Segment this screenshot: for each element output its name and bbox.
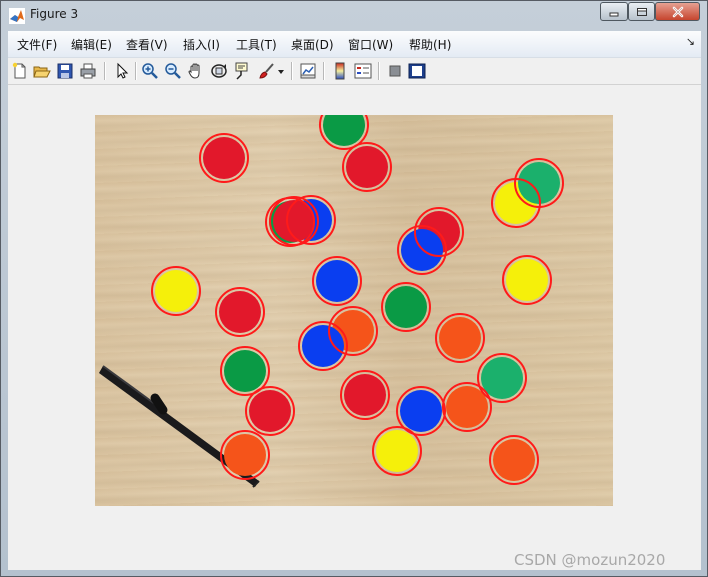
chip-red-13 [219, 291, 261, 333]
maximize-button[interactable] [628, 2, 655, 21]
watermark-text: CSDN @mozun2020 [514, 551, 666, 569]
menu-insert[interactable]: 插入(I) [183, 36, 220, 53]
pan-hand-icon[interactable] [187, 62, 205, 80]
colorbar-icon[interactable] [331, 62, 349, 80]
chip-green-14 [385, 286, 427, 328]
legend-icon[interactable] [354, 62, 372, 80]
close-icon [672, 6, 683, 17]
link-plot-icon[interactable] [299, 62, 317, 80]
chip-red-23 [249, 390, 291, 432]
figure-image-axes[interactable] [95, 115, 613, 506]
save-icon[interactable] [56, 62, 74, 80]
data-cursor-icon[interactable] [233, 62, 251, 80]
chip-blue-11 [316, 260, 358, 302]
hide-plot-tools-icon[interactable] [386, 62, 404, 80]
title-bar[interactable]: Figure 3 [1, 1, 707, 29]
open-file-icon[interactable] [33, 62, 51, 80]
chip-yellow-10 [155, 270, 197, 312]
zoom-out-icon[interactable] [164, 62, 182, 80]
close-button[interactable] [655, 2, 700, 21]
menu-view[interactable]: 查看(V) [126, 36, 168, 53]
chip-green-18 [224, 350, 266, 392]
chip-orange-24 [224, 434, 266, 476]
chip-circles [151, 115, 564, 485]
menu-file[interactable]: 文件(F) [17, 36, 57, 53]
toolbar-separator [135, 62, 137, 80]
toolbar-separator [378, 62, 380, 80]
dock-arrow-icon[interactable]: ↘ [686, 35, 695, 48]
maximize-icon [636, 7, 647, 16]
menu-edit[interactable]: 编辑(E) [71, 36, 112, 53]
rotate-3d-icon[interactable] [210, 62, 228, 80]
matlab-logo-icon [9, 8, 25, 24]
toolbar-separator [104, 62, 106, 80]
menu-help[interactable]: 帮助(H) [409, 36, 451, 53]
figure-toolbar [8, 58, 701, 85]
chip-green-0 [323, 115, 365, 146]
chip-red-2 [346, 146, 388, 188]
window-title: Figure 3 [30, 7, 79, 21]
minimize-icon [609, 12, 619, 16]
toolbar-separator [323, 62, 325, 80]
new-figure-icon[interactable] [11, 62, 29, 80]
minimize-button[interactable] [600, 2, 628, 21]
menu-bar: 文件(F) 编辑(E) 查看(V) 插入(I) 工具(T) 桌面(D) 窗口(W… [8, 31, 701, 58]
menu-window[interactable]: 窗口(W) [348, 36, 393, 53]
edit-plot-arrow-icon[interactable] [112, 62, 130, 80]
toolbar-separator [291, 62, 293, 80]
menu-desktop[interactable]: 桌面(D) [291, 36, 334, 53]
chip-yellow-25 [376, 430, 418, 472]
figure-window: Figure 3 文件(F) 编辑(E) 查看(V) 插入(I) 工具(T) 桌… [0, 0, 708, 577]
show-plot-tools-icon[interactable] [408, 62, 426, 80]
brush-dropdown-icon[interactable] [276, 62, 286, 80]
zoom-in-icon[interactable] [141, 62, 159, 80]
chips-photo [99, 115, 564, 488]
chip-blue-21 [400, 390, 442, 432]
chip-red-1 [203, 137, 245, 179]
print-icon[interactable] [79, 62, 97, 80]
chip-blue-16 [302, 325, 344, 367]
chip-orange-26 [493, 439, 535, 481]
chip-orange-17 [439, 317, 481, 359]
chip-red-20 [344, 374, 386, 416]
chip-yellow-12 [506, 259, 548, 301]
menu-tools[interactable]: 工具(T) [236, 36, 277, 53]
brush-icon[interactable] [257, 62, 275, 80]
